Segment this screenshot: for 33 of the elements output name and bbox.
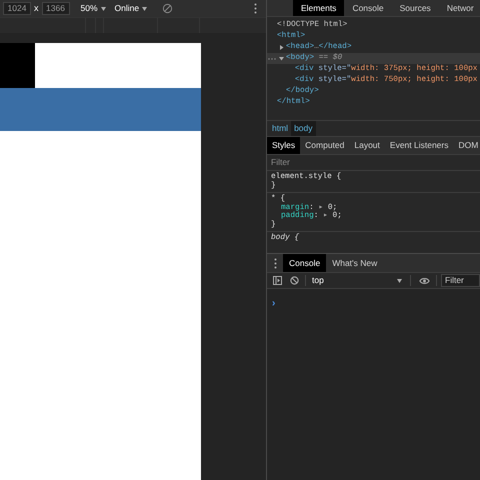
panel-tab[interactable]: Networ [438, 0, 480, 16]
collapsed-arrow-icon[interactable] [279, 45, 284, 50]
dropdown-arrow-icon[interactable] [397, 278, 402, 282]
eye-icon[interactable] [419, 276, 430, 284]
console-filter-field[interactable]: Filter [441, 274, 480, 287]
zoom-dropdown[interactable]: 50% [80, 2, 106, 15]
page-square-block [0, 43, 35, 88]
drawer-tab[interactable]: Console [283, 254, 326, 272]
drawer-tab[interactable]: What's New [326, 254, 384, 272]
styles-tab[interactable]: Layout [349, 137, 385, 154]
sidebar-toggle-icon[interactable] [273, 276, 282, 285]
height-field[interactable]: 1366 [42, 2, 70, 15]
more-options-icon[interactable] [254, 3, 257, 14]
styles-tab[interactable]: DOM [454, 137, 480, 154]
styles-tab[interactable]: Computed [300, 137, 350, 154]
clear-console-icon[interactable] [290, 276, 299, 285]
breadcrumb[interactable]: body [291, 121, 316, 136]
throttle-dropdown[interactable]: Online [114, 2, 148, 15]
styles-tab[interactable]: Event Listeners [384, 137, 454, 154]
dropdown-arrow-icon[interactable] [100, 6, 106, 10]
styles-filter-field[interactable]: Filter [267, 155, 480, 171]
dropdown-arrow-icon[interactable] [142, 6, 148, 10]
styles-tab[interactable]: Styles [267, 137, 300, 154]
more-options-icon[interactable] [274, 258, 277, 268]
panel-tab[interactable]: Elements [293, 0, 344, 16]
context-dropdown[interactable]: top [312, 274, 402, 287]
dimension-separator: x [34, 2, 38, 15]
console-prompt: › [272, 298, 276, 309]
breadcrumb[interactable]: html [269, 121, 292, 136]
panel-tab[interactable]: Console [344, 0, 392, 16]
panel-tab[interactable]: Sources [392, 0, 439, 16]
width-field[interactable]: 1024 [3, 2, 31, 15]
expanded-arrow-icon[interactable] [279, 56, 284, 61]
